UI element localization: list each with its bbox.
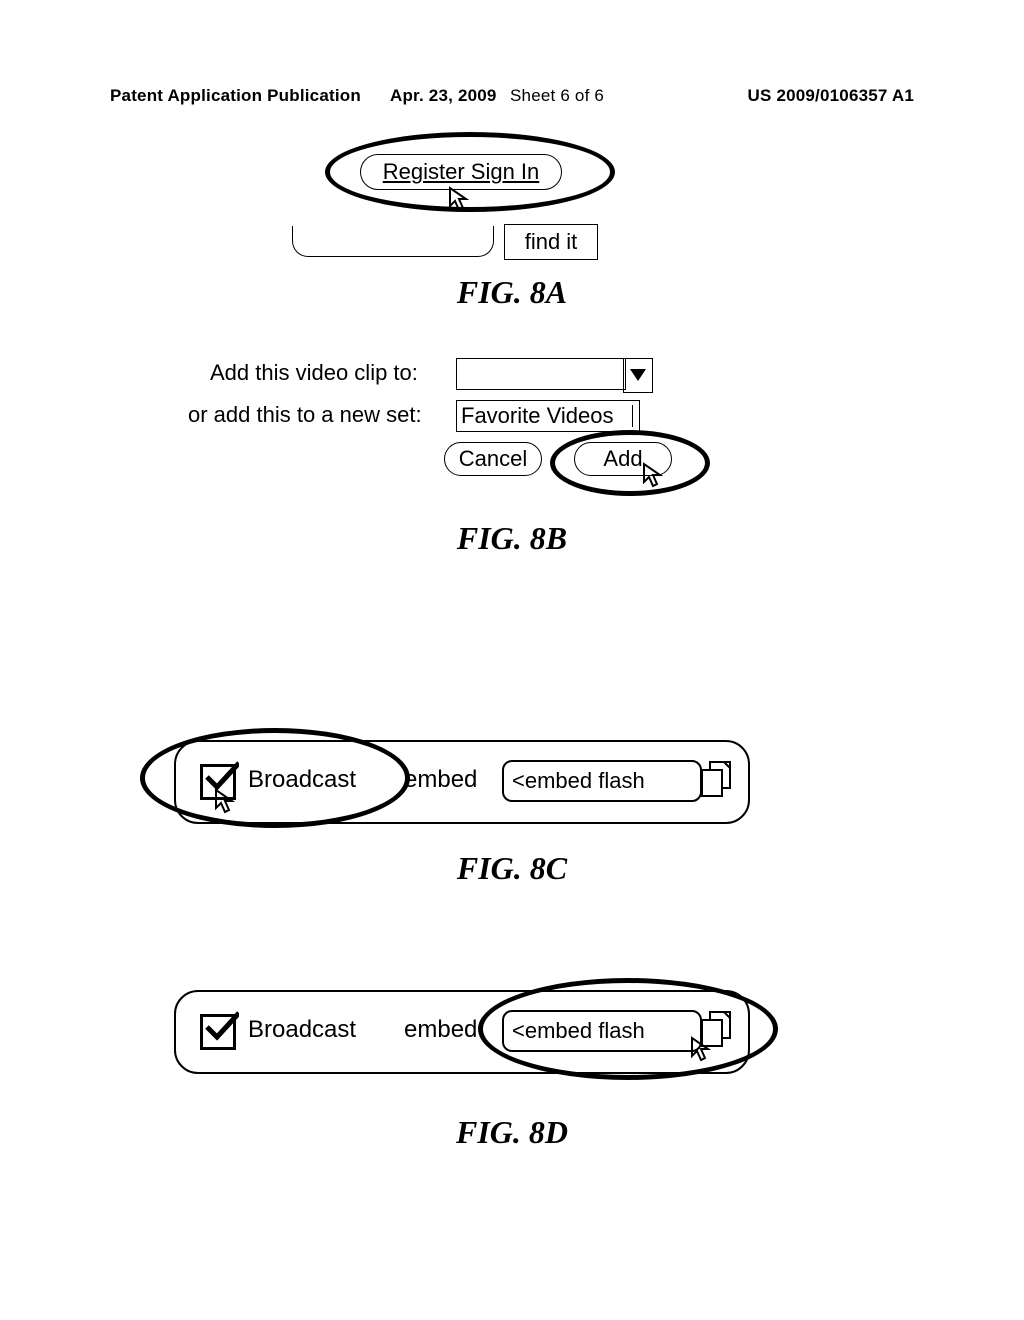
highlight-ellipse-icon — [478, 978, 778, 1080]
add-clip-label: Add this video clip to: — [210, 360, 418, 386]
publication-number: US 2009/0106357 A1 — [748, 86, 915, 106]
find-it-button[interactable]: find it — [504, 224, 598, 260]
text-caret-icon — [632, 405, 634, 427]
embed-label: embed — [404, 1016, 477, 1044]
figure-caption: FIG. 8C — [0, 850, 1024, 887]
highlight-ellipse-icon — [550, 430, 710, 496]
figure-caption: FIG. 8B — [0, 520, 1024, 557]
chevron-down-icon[interactable] — [623, 358, 653, 393]
new-set-label: or add this to a new set: — [188, 402, 422, 428]
figure-caption: FIG. 8D — [0, 1114, 1024, 1151]
cursor-icon — [212, 788, 240, 821]
figure-8c: Broadcast embed <embed flash FIG. 8C — [0, 740, 1024, 920]
sheet-number: Sheet 6 of 6 — [510, 86, 604, 106]
new-set-input[interactable]: Favorite Videos — [456, 400, 640, 432]
cursor-icon — [688, 1036, 716, 1069]
cursor-icon — [446, 186, 474, 219]
new-set-value: Favorite Videos — [461, 403, 613, 428]
cursor-icon — [640, 462, 668, 495]
figure-8a: Register Sign In find it FIG. 8A — [0, 132, 1024, 322]
highlight-ellipse-icon — [140, 728, 410, 828]
patent-page: Patent Application Publication Apr. 23, … — [0, 0, 1024, 1320]
figure-8b: Add this video clip to: or add this to a… — [0, 360, 1024, 580]
figure-8d: Broadcast embed <embed flash FIG. 8D — [0, 990, 1024, 1190]
register-signin-button[interactable]: Register Sign In — [360, 154, 562, 190]
embed-label: embed — [404, 766, 477, 794]
clip-set-select[interactable] — [456, 358, 626, 390]
search-input[interactable] — [292, 226, 494, 257]
figure-caption: FIG. 8A — [0, 274, 1024, 311]
publication-date: Apr. 23, 2009 — [390, 86, 497, 106]
cancel-button[interactable]: Cancel — [444, 442, 542, 476]
broadcast-checkbox[interactable] — [200, 1014, 236, 1050]
broadcast-label: Broadcast — [248, 1016, 356, 1044]
publication-label: Patent Application Publication — [110, 86, 361, 106]
embed-code-input[interactable]: <embed flash — [502, 760, 702, 802]
copy-icon[interactable] — [700, 760, 734, 805]
